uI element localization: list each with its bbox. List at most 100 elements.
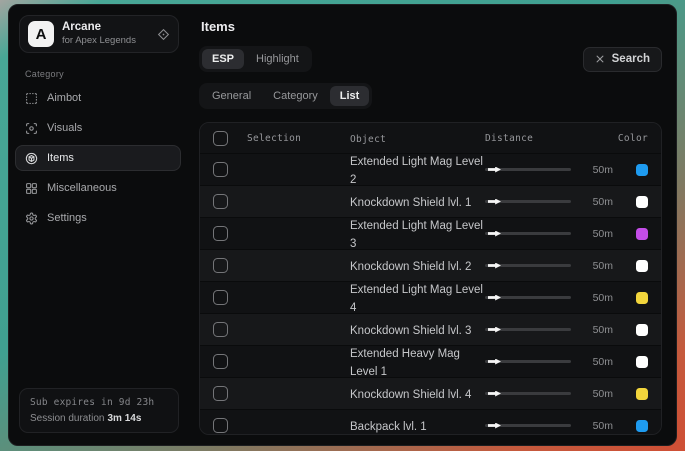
- sidebar-item-label: Miscellaneous: [47, 182, 117, 194]
- sidebar-item-label: Items: [47, 152, 74, 164]
- sidebar-item-label: Visuals: [47, 122, 82, 134]
- row-object: Knockdown Shield lvl. 1: [350, 197, 471, 209]
- distance-slider[interactable]: [485, 196, 571, 208]
- package-icon: [25, 152, 38, 165]
- app-logo: A: [28, 21, 54, 47]
- sidebar-item-label: Aimbot: [47, 92, 81, 104]
- tab-category[interactable]: Category: [263, 86, 328, 106]
- view-toolbar: General Category List: [199, 83, 662, 109]
- session-card: Sub expires in 9d 23h Session duration3m…: [19, 388, 179, 433]
- color-swatch[interactable]: [636, 260, 648, 272]
- row-object: Knockdown Shield lvl. 2: [350, 261, 471, 273]
- app-subtitle: for Apex Legends: [62, 36, 149, 47]
- distance-slider[interactable]: [485, 164, 571, 176]
- tab-general[interactable]: General: [202, 86, 261, 106]
- sidebar-item-visuals[interactable]: Visuals: [15, 115, 181, 141]
- color-swatch[interactable]: [636, 420, 648, 432]
- sidebar-item-items[interactable]: Items: [15, 145, 181, 171]
- distance-slider[interactable]: [485, 420, 571, 432]
- column-header-selection: Selection: [247, 133, 301, 144]
- color-swatch[interactable]: [636, 228, 648, 240]
- row-distance-value: 50m: [593, 292, 613, 304]
- row-checkbox[interactable]: [213, 226, 228, 241]
- color-swatch[interactable]: [636, 356, 648, 368]
- table-row: Extended Light Mag Level 4 50m: [200, 281, 661, 313]
- tab-list[interactable]: List: [330, 86, 370, 106]
- distance-slider[interactable]: [485, 356, 571, 368]
- session-duration-text: Session duration3m 14s: [30, 413, 168, 424]
- search-button-label: Search: [612, 53, 650, 65]
- row-checkbox[interactable]: [213, 418, 228, 433]
- row-checkbox[interactable]: [213, 194, 228, 209]
- tab-esp[interactable]: ESP: [202, 49, 244, 69]
- table-body: Extended Light Mag Level 2 50m Knockdown…: [200, 153, 661, 435]
- row-checkbox[interactable]: [213, 290, 228, 305]
- column-header-distance: Distance: [485, 133, 533, 144]
- row-distance-value: 50m: [593, 356, 613, 368]
- table-row: Knockdown Shield lvl. 3 50m: [200, 313, 661, 345]
- row-distance-value: 50m: [593, 164, 613, 176]
- row-distance-value: 50m: [593, 260, 613, 272]
- row-object: Extended Light Mag Level 4: [350, 284, 483, 314]
- tab-highlight[interactable]: Highlight: [246, 49, 309, 69]
- sidebar-item-settings[interactable]: Settings: [15, 205, 181, 231]
- table-header-row: Selection Object Distance Color: [200, 123, 661, 153]
- row-checkbox[interactable]: [213, 322, 228, 337]
- sidebar-nav: Aimbot Visuals: [15, 85, 181, 231]
- table-row: Extended Heavy Mag Level 1 50m: [200, 345, 661, 377]
- app-name: Arcane: [62, 21, 149, 34]
- table-row: Knockdown Shield lvl. 4 50m: [200, 377, 661, 409]
- row-checkbox[interactable]: [213, 258, 228, 273]
- distance-slider[interactable]: [485, 228, 571, 240]
- sub-expires-text: Sub expires in 9d 23h: [30, 397, 168, 408]
- distance-slider[interactable]: [485, 324, 571, 336]
- table-row: Extended Light Mag Level 2 50m: [200, 153, 661, 185]
- color-swatch[interactable]: [636, 164, 648, 176]
- row-distance-value: 50m: [593, 388, 613, 400]
- color-swatch[interactable]: [636, 324, 648, 336]
- row-checkbox[interactable]: [213, 386, 228, 401]
- app-window: A Arcane for Apex Legends Category: [8, 4, 677, 446]
- color-swatch[interactable]: [636, 292, 648, 304]
- main-panel: Items ESP Highlight Search General Categ…: [187, 5, 676, 445]
- select-all-checkbox[interactable]: [213, 131, 228, 146]
- mode-toolbar: ESP Highlight Search: [199, 46, 662, 72]
- row-object: Knockdown Shield lvl. 4: [350, 389, 471, 401]
- row-object: Extended Light Mag Level 2: [350, 156, 483, 186]
- sidebar-item-miscellaneous[interactable]: Miscellaneous: [15, 175, 181, 201]
- table-row: Backpack lvl. 1 50m: [200, 409, 661, 435]
- distance-slider[interactable]: [485, 388, 571, 400]
- column-header-color: Color: [618, 133, 648, 144]
- crosshair-box-icon: [25, 92, 38, 105]
- row-object: Backpack lvl. 1: [350, 421, 427, 433]
- gear-icon: [25, 212, 38, 225]
- row-checkbox[interactable]: [213, 354, 228, 369]
- grid-icon: [25, 182, 38, 195]
- color-swatch[interactable]: [636, 388, 648, 400]
- row-object: Knockdown Shield lvl. 3: [350, 325, 471, 337]
- color-swatch[interactable]: [636, 196, 648, 208]
- row-distance-value: 50m: [593, 420, 613, 432]
- row-object: Extended Heavy Mag Level 1: [350, 348, 460, 378]
- row-object: Extended Light Mag Level 3: [350, 220, 483, 250]
- search-button[interactable]: Search: [583, 47, 662, 72]
- view-tabs: General Category List: [199, 83, 372, 109]
- distance-slider[interactable]: [485, 292, 571, 304]
- distance-slider[interactable]: [485, 260, 571, 272]
- x-icon: [595, 54, 605, 64]
- scan-eye-icon: [25, 122, 38, 135]
- row-distance-value: 50m: [593, 324, 613, 336]
- row-checkbox[interactable]: [213, 162, 228, 177]
- table-row: Knockdown Shield lvl. 2 50m: [200, 249, 661, 281]
- table-row: Knockdown Shield lvl. 1 50m: [200, 185, 661, 217]
- page-title: Items: [201, 19, 662, 34]
- row-distance-value: 50m: [593, 196, 613, 208]
- sidebar-item-label: Settings: [47, 212, 87, 224]
- pin-icon[interactable]: [157, 28, 170, 41]
- sidebar-section-label: Category: [25, 69, 181, 79]
- row-distance-value: 50m: [593, 228, 613, 240]
- items-table: Selection Object Distance Color Extended…: [199, 122, 662, 435]
- mode-tabs: ESP Highlight: [199, 46, 312, 72]
- sidebar-item-aimbot[interactable]: Aimbot: [15, 85, 181, 111]
- column-header-object: Object: [350, 134, 386, 145]
